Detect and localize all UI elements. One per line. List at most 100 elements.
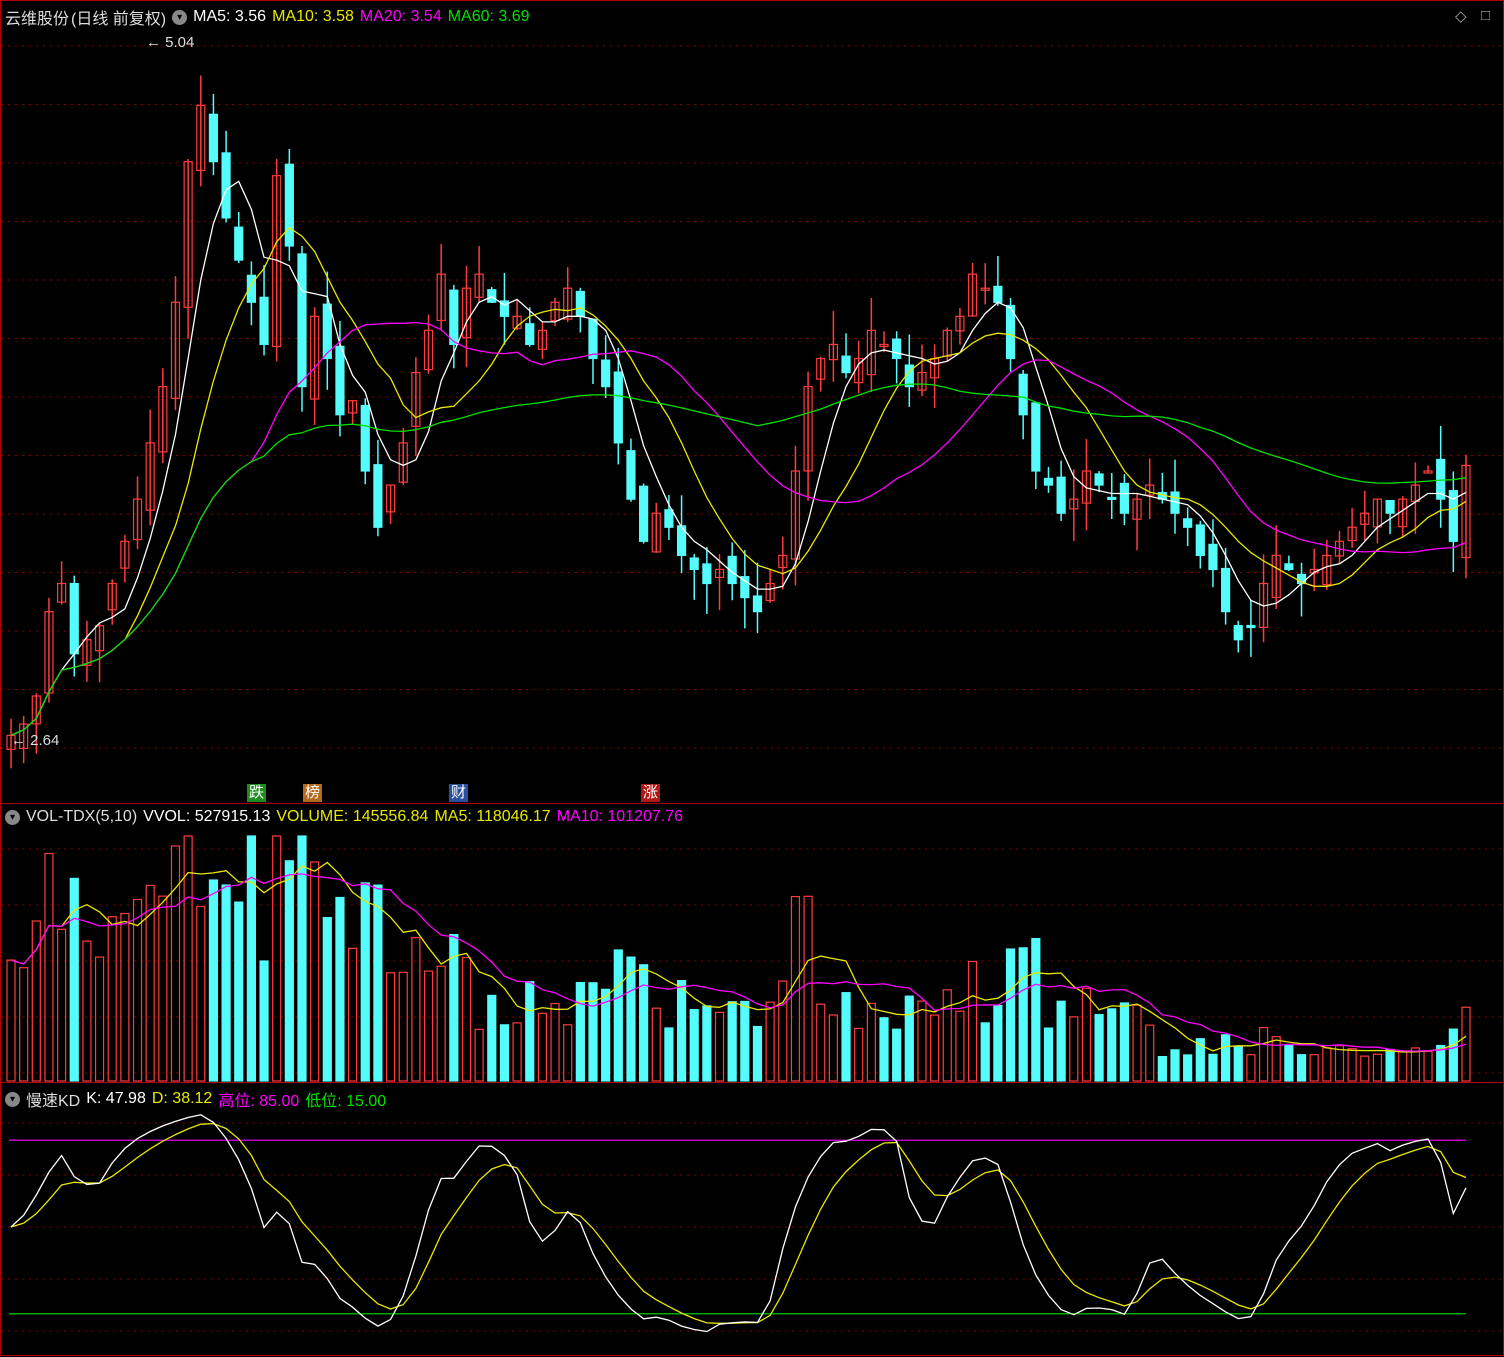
kd-high-label: 高位: 85.00 <box>218 1093 300 1110</box>
candlestick-chart[interactable] <box>1 1 1504 805</box>
volume-bar <box>94 956 105 1082</box>
volume-bar <box>411 937 421 1082</box>
volume-bar <box>132 898 143 1082</box>
candle-body <box>613 371 623 444</box>
volume-bar <box>1423 1050 1433 1082</box>
kd-chart[interactable] <box>1 1083 1504 1357</box>
volume-bar <box>993 1004 1003 1082</box>
volume-bar <box>398 971 408 1082</box>
volume-bar <box>107 916 117 1082</box>
kd-d-line <box>10 1122 1467 1324</box>
volume-bar <box>1157 1055 1167 1082</box>
volume-bar <box>1056 1000 1066 1082</box>
volume-bar <box>1347 1048 1357 1082</box>
volume-header: ▾ VOL-TDX(5,10) VVOL: 527915.13 VOLUME: … <box>5 808 689 826</box>
candle-body <box>373 464 383 528</box>
event-tag-fall[interactable]: 跌 <box>247 784 267 802</box>
volume-bar <box>892 1028 902 1082</box>
volume-bar <box>1322 1047 1332 1082</box>
volume-bar <box>1284 1044 1294 1082</box>
candle-body <box>69 582 79 655</box>
candle-body <box>284 163 294 247</box>
volume-bar <box>1385 1048 1395 1082</box>
volume-bar <box>208 879 219 1082</box>
candle-body <box>259 296 269 346</box>
kd-header: ▾ 慢速KD K: 47.98 D: 38.12 高位: 85.00 低位: 1… <box>5 1087 392 1111</box>
volume-bar <box>1271 1036 1281 1082</box>
ma5-line <box>10 180 1467 736</box>
volume-bar <box>967 960 978 1082</box>
volume-bar <box>1448 1028 1458 1082</box>
event-tag-rank[interactable]: 榜 <box>303 784 323 802</box>
volume-panel[interactable]: ▾ VOL-TDX(5,10) VVOL: 527915.13 VOLUME: … <box>0 803 1504 1083</box>
vol-indicator: VOL-TDX(5,10) <box>26 808 138 825</box>
candle-body <box>664 509 674 528</box>
candle-body <box>588 318 598 360</box>
volume-bar <box>575 981 585 1082</box>
volume-bar <box>1107 1008 1117 1082</box>
kd-d-label: D: 38.12 <box>151 1090 213 1107</box>
kd-k-label: K: 47.98 <box>86 1090 146 1107</box>
volume-bar <box>930 1014 940 1082</box>
candle-body <box>1221 567 1231 613</box>
volume-bar <box>917 1000 927 1082</box>
volume-bar <box>1208 1053 1218 1082</box>
volume-bar <box>765 1001 775 1082</box>
candle-body <box>1284 563 1294 571</box>
ma60-line <box>10 383 1467 736</box>
volume-bar <box>57 928 67 1082</box>
ma20-label: MA20: 3.54 <box>359 8 442 25</box>
diamond-icon[interactable]: ◇ <box>1455 7 1467 25</box>
stock-name: 云维股份 <box>5 11 70 28</box>
volume-bar <box>348 947 358 1082</box>
candle-body <box>449 289 459 346</box>
vol-ma5-label: MA5: 118046.17 <box>434 808 551 825</box>
volume-bar <box>1360 1055 1370 1082</box>
volume-bar <box>1309 1054 1319 1082</box>
volume-bar <box>676 980 687 1082</box>
volume-bar <box>879 1017 889 1082</box>
candle-body <box>892 338 902 360</box>
candle-body <box>689 557 699 571</box>
volume-bar <box>246 835 256 1082</box>
volume-bar <box>1031 937 1041 1082</box>
chevron-down-icon[interactable]: ▾ <box>5 809 20 825</box>
volume-bar <box>537 1012 547 1082</box>
ma60-label: MA60: 3.69 <box>447 8 530 25</box>
volume-bar <box>221 884 231 1082</box>
volume-bar <box>651 1007 661 1082</box>
candle-body <box>993 285 1003 303</box>
chevron-down-icon[interactable]: ▾ <box>172 9 188 25</box>
volume-bar <box>1372 1053 1383 1082</box>
price-panel[interactable]: 云维股份 (日线 前复权) ▾ MA5: 3.56 MA10: 3.58 MA2… <box>0 0 1504 804</box>
volume-bar <box>360 882 370 1082</box>
volume-label: VOLUME: 145556.84 <box>276 808 429 825</box>
volume-bar <box>828 1014 838 1082</box>
volume-bar <box>1296 1054 1307 1082</box>
volume-bar <box>980 1022 990 1082</box>
volume-bar <box>689 1009 699 1082</box>
volume-bar <box>714 1011 725 1082</box>
volume-chart[interactable] <box>1 804 1504 1084</box>
volume-bar <box>310 861 320 1082</box>
volume-bar <box>272 835 282 1082</box>
candle-body <box>1107 496 1117 501</box>
volume-bar <box>512 1022 522 1082</box>
event-tag-rise[interactable]: 涨 <box>641 784 661 802</box>
volume-bar <box>803 895 813 1082</box>
candle-body <box>1018 373 1028 416</box>
volume-bar <box>1170 1049 1180 1082</box>
candle-body <box>1208 543 1218 571</box>
candle-body <box>1385 499 1395 514</box>
volume-bar <box>120 912 130 1082</box>
high-price-label: ← 5.04 <box>146 34 195 51</box>
candle-body <box>297 253 307 388</box>
chevron-down-icon[interactable]: ▾ <box>5 1091 20 1107</box>
event-tag-finance[interactable]: 财 <box>449 784 469 802</box>
volume-bar <box>461 956 472 1082</box>
maximize-icon[interactable]: □ <box>1481 7 1490 24</box>
volume-bar <box>664 1027 674 1082</box>
volume-bar <box>563 1024 573 1082</box>
kd-panel[interactable]: ▾ 慢速KD K: 47.98 D: 38.12 高位: 85.00 低位: 1… <box>0 1082 1504 1356</box>
volume-bar <box>284 860 294 1082</box>
